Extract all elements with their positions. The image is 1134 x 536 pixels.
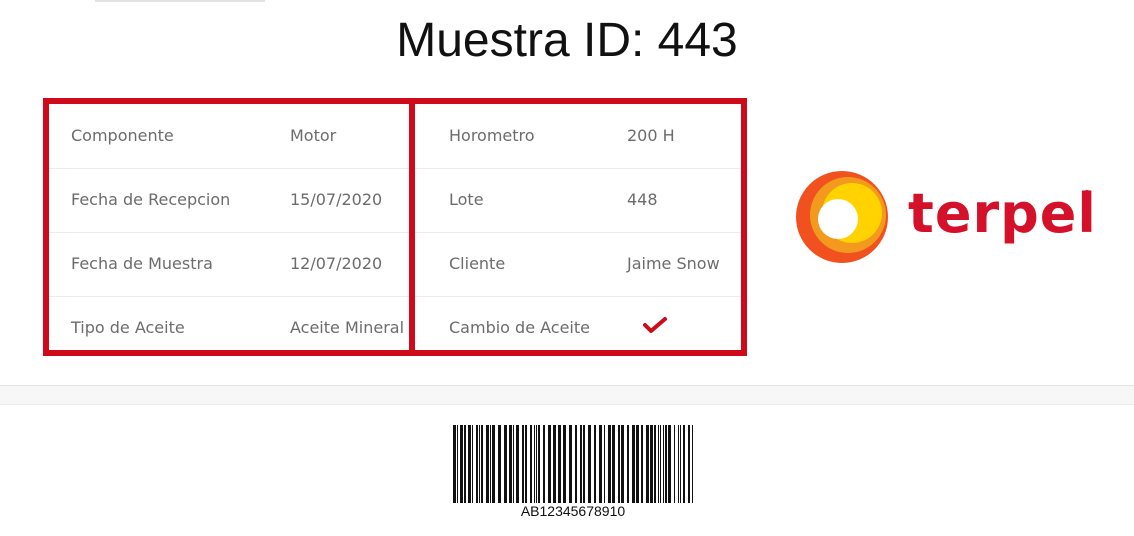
barcode-bar xyxy=(641,425,643,503)
top-divider xyxy=(95,0,265,2)
barcode-bar xyxy=(627,425,629,503)
barcode-bar xyxy=(553,425,556,503)
barcode-bar xyxy=(538,425,540,503)
row-value: 15/07/2020 xyxy=(290,190,383,209)
barcode-bar xyxy=(453,425,456,503)
barcode-bar xyxy=(509,425,512,503)
table-row: Componente Motor xyxy=(49,104,409,169)
right-info-table: Horometro 200 H Lote 448 Cliente Jaime S… xyxy=(409,98,747,356)
barcode-bar xyxy=(583,425,585,503)
barcode-bar xyxy=(665,425,667,503)
barcode-bar xyxy=(608,425,611,503)
barcode-bar xyxy=(492,425,495,503)
row-label: Tipo de Aceite xyxy=(71,318,185,337)
table-row: Horometro 200 H xyxy=(415,104,741,169)
barcode-bar xyxy=(479,425,480,503)
barcode xyxy=(453,425,693,503)
barcode-bar xyxy=(513,425,514,503)
barcode-bar xyxy=(481,425,483,503)
barcode-bar xyxy=(683,425,685,503)
row-value: Aceite Mineral xyxy=(290,318,405,337)
barcode-bar xyxy=(678,425,679,503)
barcode-bar xyxy=(618,425,620,503)
barcode-bar xyxy=(575,425,577,503)
table-row: Tipo de Aceite Aceite Mineral xyxy=(49,296,409,360)
barcode-bar xyxy=(563,425,566,503)
row-value: 12/07/2020 xyxy=(290,254,383,273)
barcode-bar xyxy=(660,425,661,503)
barcode-bar xyxy=(457,425,458,503)
barcode-bar xyxy=(594,425,596,503)
terpel-wordmark: terpel xyxy=(908,182,1097,245)
terpel-logo: terpel ® xyxy=(790,165,1100,275)
row-label: Cliente xyxy=(449,254,506,273)
barcode-bar xyxy=(498,425,501,503)
row-label: Cambio de Aceite xyxy=(449,318,590,337)
barcode-bar xyxy=(504,425,507,503)
barcode-bar xyxy=(525,425,527,503)
barcode-bar xyxy=(569,425,572,503)
barcode-bar xyxy=(543,425,545,503)
barcode-bar xyxy=(534,425,535,503)
barcode-bar xyxy=(674,425,675,503)
barcode-bar xyxy=(654,425,656,503)
barcode-bar xyxy=(636,425,639,503)
row-label: Fecha de Recepcion xyxy=(71,190,231,209)
table-row: Cambio de Aceite xyxy=(415,296,741,360)
barcode-bar xyxy=(588,425,591,503)
left-info-table: Componente Motor Fecha de Recepcion 15/0… xyxy=(43,98,415,356)
barcode-bar xyxy=(658,425,659,503)
barcode-bar xyxy=(580,425,582,503)
barcode-bar xyxy=(530,425,532,503)
row-value: Jaime Snow xyxy=(627,254,720,273)
barcode-bar xyxy=(468,425,471,503)
registered-mark: ® xyxy=(1082,189,1092,200)
barcode-bar xyxy=(604,425,605,503)
row-value: Motor xyxy=(290,126,337,145)
barcode-bar xyxy=(612,425,615,503)
barcode-bar xyxy=(536,425,537,503)
barcode-bar xyxy=(522,425,524,503)
barcode-bar xyxy=(558,425,561,503)
barcode-bar xyxy=(632,425,635,503)
table-row: Fecha de Muestra 12/07/2020 xyxy=(49,232,409,297)
barcode-bar xyxy=(663,425,664,503)
barcode-bar xyxy=(472,425,473,503)
barcode-bar xyxy=(621,425,624,503)
barcode-bar xyxy=(680,425,681,503)
barcode-bar xyxy=(692,425,693,503)
barcode-bar xyxy=(668,425,671,503)
row-value: 448 xyxy=(627,190,658,209)
checkmark-icon xyxy=(643,316,667,338)
section-divider xyxy=(0,386,1134,405)
barcode-bar xyxy=(476,425,478,503)
table-row: Lote 448 xyxy=(415,168,741,233)
row-label: Fecha de Muestra xyxy=(71,254,213,273)
table-row: Cliente Jaime Snow xyxy=(415,232,741,297)
barcode-bar xyxy=(490,425,491,503)
row-label: Componente xyxy=(71,126,174,145)
barcode-bar xyxy=(548,425,551,503)
row-label: Lote xyxy=(449,190,484,209)
row-value: 200 H xyxy=(627,126,675,145)
page-title: Muestra ID: 443 xyxy=(396,14,738,67)
table-row: Fecha de Recepcion 15/07/2020 xyxy=(49,168,409,233)
barcode-bar xyxy=(599,425,602,503)
barcode-bar xyxy=(486,425,489,503)
barcode-bar xyxy=(650,425,653,503)
barcode-bar xyxy=(646,425,649,503)
barcode-bar xyxy=(460,425,463,503)
barcode-bar xyxy=(516,425,519,503)
terpel-logo-mark xyxy=(796,171,888,263)
row-label: Horometro xyxy=(449,126,535,145)
barcode-code: AB12345678910 xyxy=(520,503,626,519)
barcode-bar xyxy=(464,425,466,503)
barcode-bar xyxy=(688,425,690,503)
